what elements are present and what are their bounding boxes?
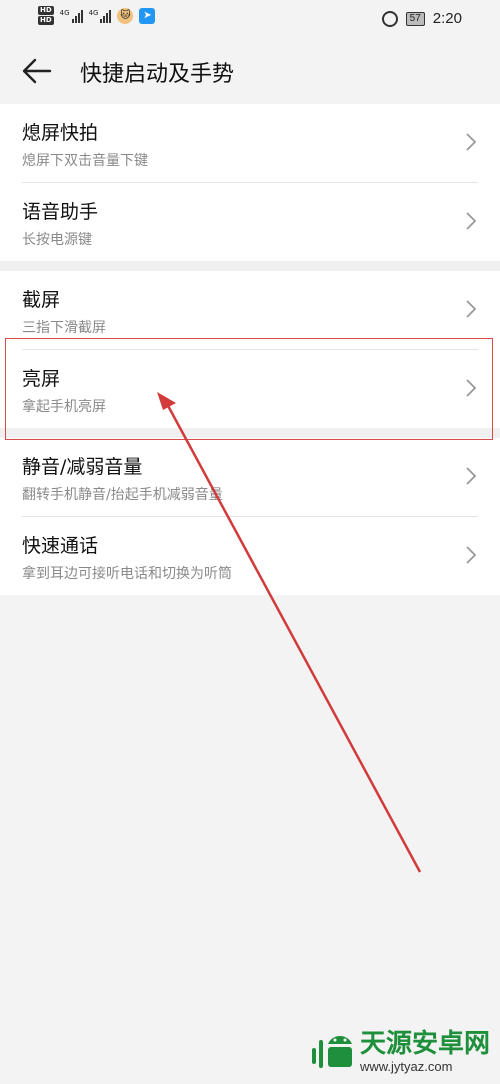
item-title: 熄屏快拍 — [22, 122, 99, 144]
item-subtitle: 熄屏下双击音量下键 — [22, 153, 148, 169]
alarm-icon — [381, 10, 398, 27]
settings-group-3: 静音/减弱音量 翻转手机静音/抬起手机减弱音量 快速通话 拿到耳边可接听电话和切… — [0, 438, 500, 595]
blue-app-icon: ➤ — [139, 7, 156, 24]
list-item-mute-volume[interactable]: 静音/减弱音量 翻转手机静音/抬起手机减弱音量 — [22, 438, 478, 517]
watermark-title: 天源安卓网 — [359, 1029, 490, 1059]
settings-group-2: 截屏 三指下滑截屏 亮屏 拿起手机亮屏 — [0, 271, 500, 428]
item-title: 快速通话 — [22, 535, 99, 557]
item-subtitle: 长按电源键 — [22, 232, 92, 248]
status-left: HD HD 4G 4G 🐱 ➤ — [38, 6, 156, 25]
android-logo-icon — [311, 1036, 352, 1068]
arrow-left-icon[interactable] — [22, 58, 52, 84]
chevron-right-icon — [466, 379, 477, 397]
cat-app-icon: 🐱 — [117, 7, 134, 24]
list-item-voice-assistant[interactable]: 语音助手 长按电源键 — [22, 183, 478, 261]
watermark-url: www.jytyaz.com — [359, 1059, 453, 1074]
signal-4g-icon: 4G — [89, 9, 112, 23]
item-subtitle: 拿起手机亮屏 — [22, 399, 106, 415]
signal-4g-icon: 4G — [60, 9, 83, 23]
app-header: 快捷启动及手势 — [0, 38, 500, 104]
chevron-right-icon — [466, 546, 477, 564]
status-time: 2:20 — [432, 10, 462, 27]
list-item-wake-screen[interactable]: 亮屏 拿起手机亮屏 — [22, 350, 478, 428]
item-subtitle: 翻转手机静音/抬起手机减弱音量 — [22, 487, 223, 503]
item-subtitle: 拿到耳边可接听电话和切换为听筒 — [22, 566, 232, 582]
chevron-right-icon — [466, 212, 477, 230]
list-item-screen-off-snapshot[interactable]: 熄屏快拍 熄屏下双击音量下键 — [22, 104, 478, 183]
battery-level: 57 — [409, 12, 421, 24]
watermark: 天源安卓网 www.jytyaz.com — [308, 1029, 490, 1074]
hd-icon: HD HD — [38, 6, 54, 25]
battery-icon: 57 — [405, 11, 425, 26]
chevron-right-icon — [466, 467, 477, 485]
status-right: 57 2:20 — [381, 10, 462, 27]
status-bar: HD HD 4G 4G 🐱 ➤ 57 2:20 — [0, 0, 500, 38]
settings-group-1: 熄屏快拍 熄屏下双击音量下键 语音助手 长按电源键 — [0, 104, 500, 261]
item-subtitle: 三指下滑截屏 — [22, 320, 106, 336]
item-title: 语音助手 — [22, 201, 99, 223]
group-divider — [0, 261, 500, 271]
chevron-right-icon — [466, 133, 477, 151]
item-title: 亮屏 — [22, 368, 61, 390]
item-title: 静音/减弱音量 — [22, 456, 143, 478]
page-title: 快捷启动及手势 — [80, 62, 235, 87]
list-item-quick-call[interactable]: 快速通话 拿到耳边可接听电话和切换为听筒 — [22, 517, 478, 595]
list-item-screenshot[interactable]: 截屏 三指下滑截屏 — [22, 271, 478, 350]
group-divider — [0, 428, 500, 438]
chevron-right-icon — [466, 300, 477, 318]
item-title: 截屏 — [22, 289, 61, 311]
